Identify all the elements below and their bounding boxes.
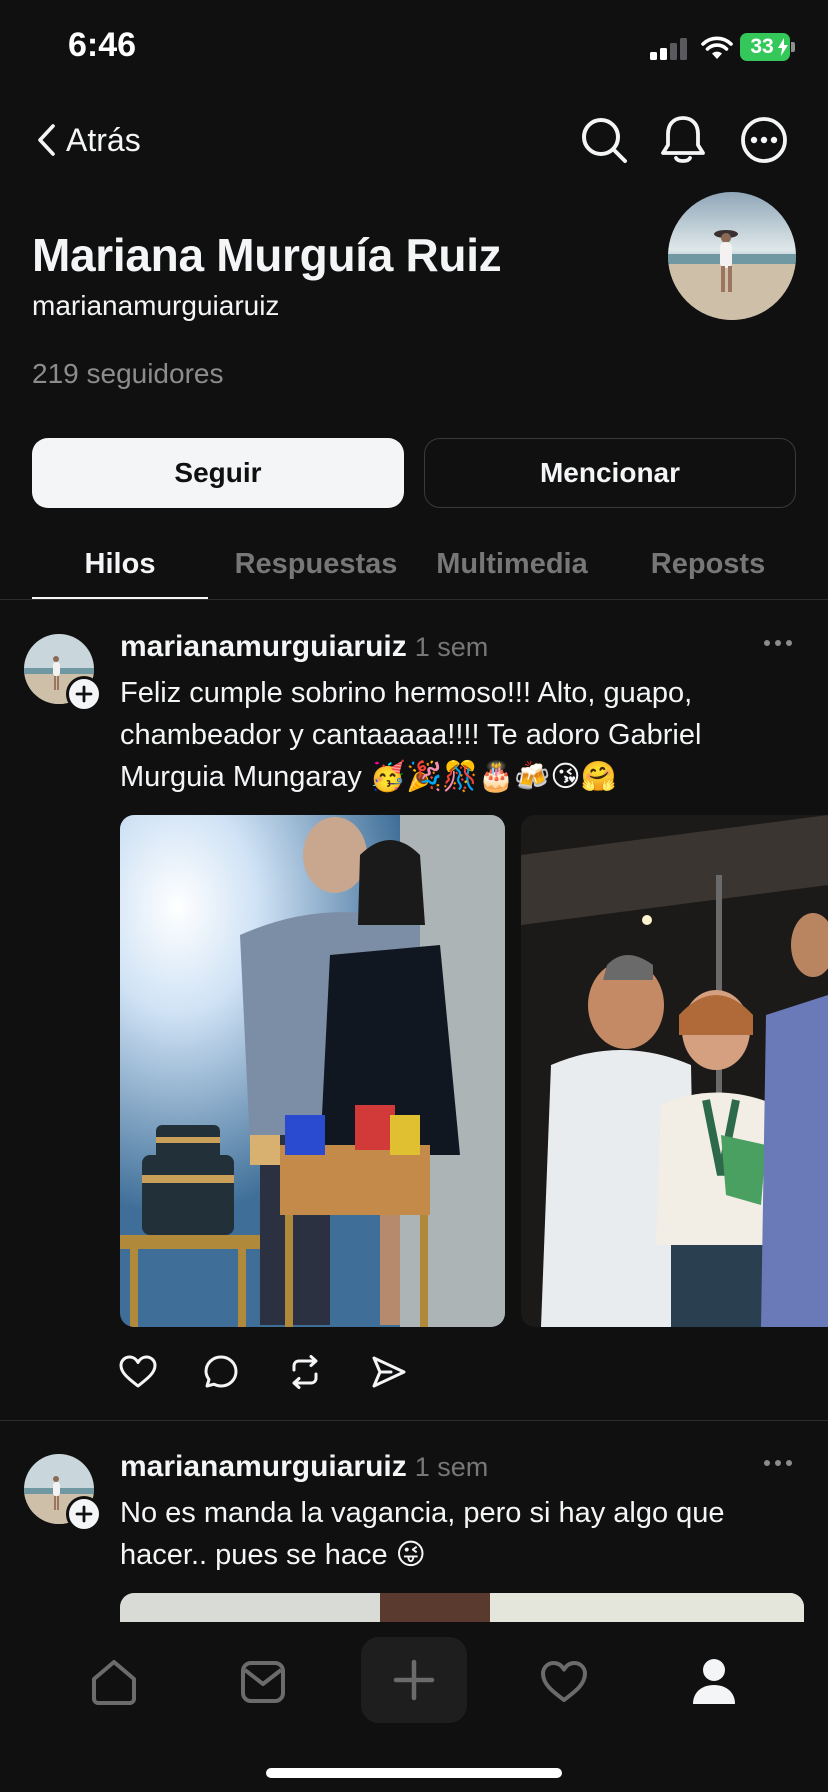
status-time: 6:46: [68, 26, 137, 64]
wifi-icon: [701, 36, 733, 60]
plus-icon: [75, 1505, 93, 1523]
profile-name: Mariana Murguía Ruiz: [32, 229, 502, 281]
post-username[interactable]: marianamurguiaruiz: [120, 1450, 407, 1483]
profile-icon: [693, 1659, 735, 1704]
tab-create[interactable]: [361, 1637, 467, 1723]
post-timestamp: 1 sem: [414, 1452, 489, 1482]
tab-home[interactable]: [90, 1659, 138, 1705]
post-image[interactable]: [521, 815, 828, 1327]
family-photo: [521, 815, 828, 1327]
more-options-button[interactable]: [740, 116, 788, 164]
avatar-photo: [668, 192, 796, 320]
tabs-divider: [0, 599, 828, 600]
tab-reposts[interactable]: Reposts: [620, 548, 796, 584]
more-horizontal-icon: [764, 1460, 792, 1466]
bell-icon: [661, 116, 705, 163]
follow-plus-button[interactable]: [66, 676, 102, 712]
search-icon: [582, 118, 627, 163]
charging-bolt-icon: [778, 38, 788, 56]
more-circle-icon: [741, 117, 787, 163]
heart-icon: [541, 1661, 587, 1702]
follow-plus-button[interactable]: [66, 1496, 102, 1532]
plus-icon: [393, 1659, 435, 1701]
profile-avatar[interactable]: [668, 192, 796, 320]
battery-cap: [791, 42, 795, 52]
cellular-signal-icon: [650, 38, 690, 60]
chevron-left-icon: [38, 124, 55, 156]
tab-replies[interactable]: Respuestas: [220, 548, 412, 584]
post-more-button[interactable]: [763, 1458, 803, 1478]
search-button[interactable]: [580, 116, 628, 164]
plus-icon: [75, 685, 93, 703]
profile-handle: marianamurguiaruiz: [32, 290, 280, 321]
comment-icon: [204, 1355, 238, 1388]
repost-icon: [292, 1355, 318, 1389]
tab-activity[interactable]: [540, 1660, 588, 1704]
party-photo: [120, 815, 505, 1327]
tab-media[interactable]: Multimedia: [420, 548, 604, 584]
like-button[interactable]: [119, 1355, 157, 1389]
comment-button[interactable]: [203, 1354, 239, 1390]
tab-threads[interactable]: Hilos: [32, 548, 208, 584]
post-text: No es manda la vagancia, pero si hay alg…: [120, 1497, 725, 1571]
home-indicator: [266, 1768, 562, 1778]
send-icon: [372, 1356, 406, 1388]
post-timestamp: 1 sem: [414, 632, 489, 662]
follow-button[interactable]: Seguir: [32, 438, 404, 508]
post-username[interactable]: marianamurguiaruiz: [120, 630, 407, 663]
battery-indicator: 33: [740, 33, 790, 61]
tab-profile[interactable]: [690, 1656, 738, 1706]
heart-icon: [119, 1355, 157, 1388]
more-horizontal-icon: [764, 640, 792, 646]
post-text: Feliz cumple sobrino hermoso!!! Alto, gu…: [120, 677, 702, 793]
post-divider: [0, 1420, 828, 1421]
inbox-icon: [241, 1661, 285, 1703]
tab-inbox[interactable]: [240, 1660, 286, 1704]
repost-button[interactable]: [287, 1354, 323, 1390]
followers-count[interactable]: 219 seguidores: [32, 358, 223, 390]
back-label: Atrás: [66, 121, 141, 158]
post-image[interactable]: [120, 815, 505, 1327]
home-icon: [92, 1660, 136, 1705]
back-button[interactable]: Atrás: [36, 118, 141, 162]
share-button[interactable]: [371, 1355, 407, 1389]
notifications-button[interactable]: [660, 114, 706, 164]
post-more-button[interactable]: [763, 638, 803, 658]
mention-button[interactable]: Mencionar: [424, 438, 796, 508]
